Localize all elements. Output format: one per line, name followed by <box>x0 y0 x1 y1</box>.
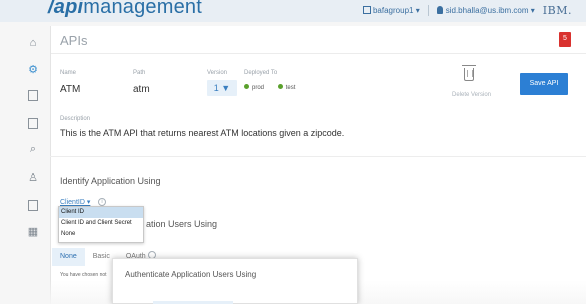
info-icon[interactable]: i <box>98 198 106 206</box>
modal-title: Authenticate Application Users Using <box>125 270 257 279</box>
divider <box>50 156 586 157</box>
save-button[interactable]: Save API <box>520 73 568 95</box>
user-menu[interactable]: sid.bhalla@us.ibm.com ▾ <box>436 6 535 15</box>
company-logo: IBM. <box>542 4 572 17</box>
plans-icon[interactable] <box>26 116 40 130</box>
dropdown-option[interactable]: None <box>59 229 143 240</box>
divider <box>427 5 429 16</box>
identify-select[interactable]: ClientID ▾ <box>60 198 90 206</box>
top-bar: /apimanagement bafagroup1 ▾ sid.bhalla@u… <box>0 0 586 22</box>
path-label: Path <box>133 70 146 76</box>
status-badge: prod <box>244 84 270 91</box>
deployed-tags: prod test <box>244 84 307 91</box>
home-icon[interactable]: ⌂ <box>26 36 40 50</box>
name-field[interactable]: ATM <box>60 84 80 95</box>
trash-icon[interactable] <box>462 65 476 81</box>
users-icon[interactable]: ♙ <box>26 170 40 184</box>
version-label: Version <box>207 70 228 76</box>
description-label: Description <box>60 116 91 122</box>
identify-title: Identify Application Using <box>60 176 161 186</box>
dropdown-option[interactable]: Client ID and Client Secret <box>59 218 143 229</box>
drafts-icon[interactable] <box>26 198 40 212</box>
path-field[interactable]: atm <box>133 84 150 95</box>
brand-logo: /apimanagement <box>48 0 203 18</box>
deployed-label: Deployed To <box>244 70 278 76</box>
apis-icon[interactable]: ⚙ <box>26 62 40 76</box>
org-switcher[interactable]: bafagroup1 ▾ <box>362 6 420 15</box>
user-icon <box>436 6 443 14</box>
chosen-text: You have chosen not <box>60 272 107 278</box>
description-field[interactable]: This is the ATM API that returns nearest… <box>60 128 344 138</box>
status-badge: test <box>277 84 302 91</box>
alert-badge[interactable]: 5 <box>559 32 571 47</box>
auth-modal: Authenticate Application Users Using <box>112 258 358 304</box>
page-title: APIs <box>60 33 88 48</box>
search-icon[interactable]: ⌕ <box>26 142 40 156</box>
sidebar: ⌂ ⚙ ⌕ ♙ ▦ <box>22 26 44 246</box>
top-right-menu: bafagroup1 ▾ sid.bhalla@us.ibm.com ▾ IBM… <box>362 4 572 17</box>
delete-version-label[interactable]: Delete Version <box>452 92 491 98</box>
panel-header: APIs 5 <box>51 26 586 54</box>
analytics-icon[interactable]: ▦ <box>26 224 40 238</box>
identify-dropdown: Client ID Client ID and Client Secret No… <box>58 206 144 243</box>
dropdown-option[interactable]: Client ID <box>59 207 143 218</box>
tab-none[interactable]: None <box>52 248 85 266</box>
version-select[interactable]: 1 ▼ <box>207 80 237 96</box>
authenticate-title: ation Users Using <box>146 219 218 229</box>
name-label: Name <box>60 70 77 76</box>
org-icon <box>362 6 371 14</box>
products-icon[interactable] <box>26 88 40 102</box>
